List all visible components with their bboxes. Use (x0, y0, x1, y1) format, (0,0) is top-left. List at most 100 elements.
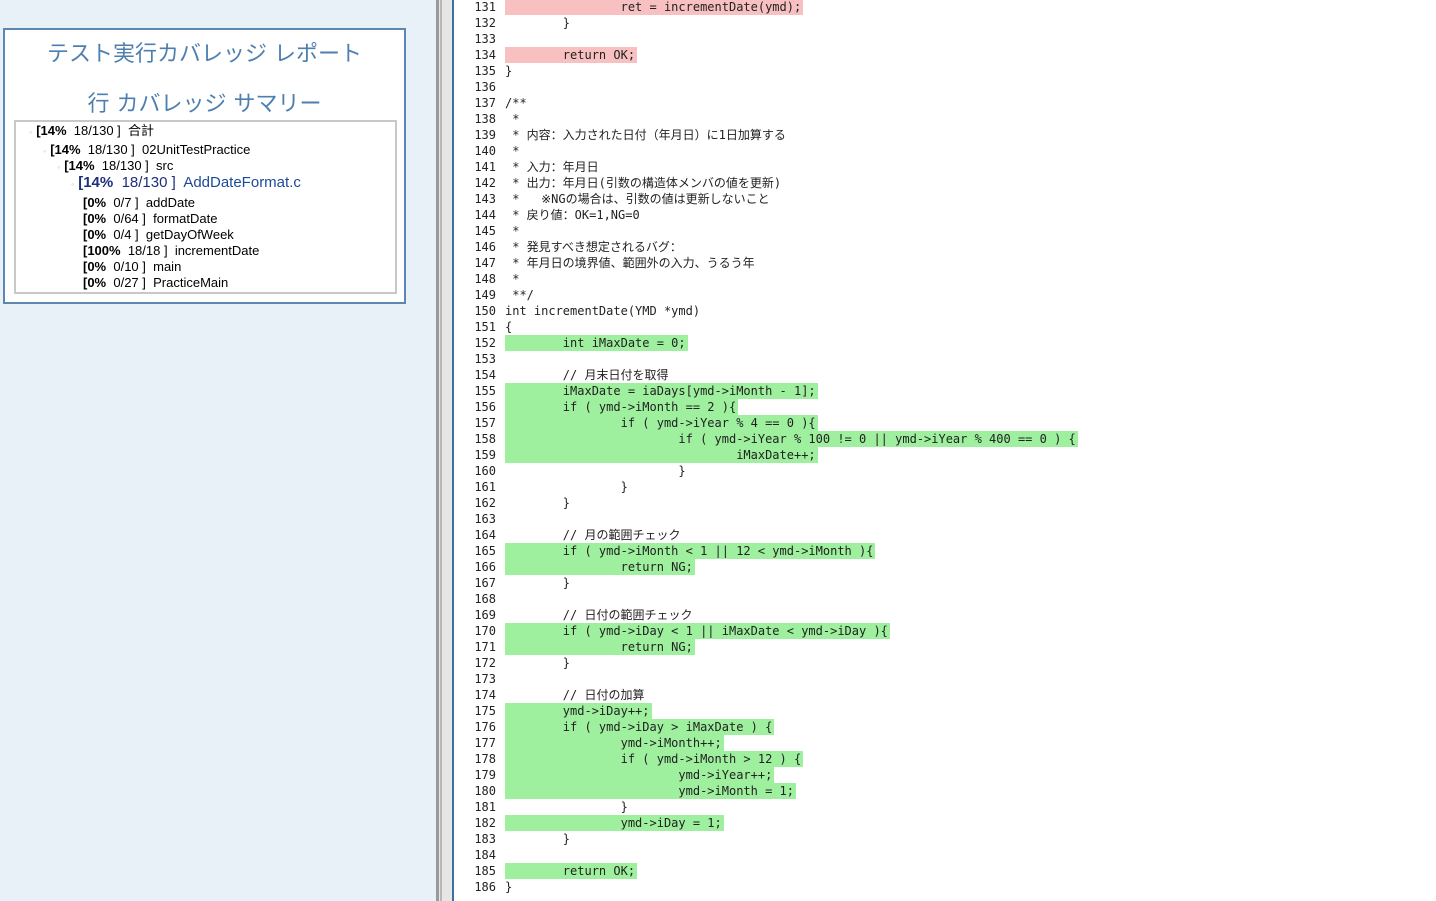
coverage-summary-panel: テスト実行カバレッジ レポート 行 カバレッジ サマリー ◦ [14% 18/13… (3, 28, 406, 304)
line-number: 172 (474, 656, 496, 670)
code-text: } (505, 64, 513, 78)
tree-bullet-icon: ◦ (43, 146, 47, 156)
tree-item[interactable]: [0% 0/27 ] PracticeMain (83, 275, 228, 291)
coverage-ratio: 18/18 ] (127, 243, 168, 258)
code-text: * 戻り値：OK=1,NG=0 (505, 208, 640, 222)
code-text: } (505, 800, 628, 814)
code-text: if ( ymd->iYear % 4 == 0 ){ (505, 415, 818, 431)
tree-item[interactable]: ◦ [14% 18/130 ] 02UnitTestPractice (43, 142, 250, 158)
tree-item[interactable]: ◦ [14% 18/130 ] src (57, 158, 173, 174)
line-number: 156 (474, 400, 496, 414)
code-text: return NG; (505, 559, 695, 575)
line-number: 144 (474, 208, 496, 222)
code-text: if ( ymd->iYear % 100 != 0 || ymd->iYear… (505, 431, 1078, 447)
coverage-percent: [0% (83, 227, 107, 242)
coverage-ratio: 0/4 ] (113, 227, 139, 242)
code-text: * (505, 224, 520, 238)
tree-item-name: formatDate (153, 211, 218, 226)
code-text: if ( ymd->iMonth < 1 || 12 < ymd->iMonth… (505, 543, 876, 559)
coverage-ratio: 18/130 ] (87, 142, 135, 157)
code-text: } (505, 576, 571, 590)
coverage-percent: [0% (83, 275, 107, 290)
coverage-ratio: 0/10 ] (113, 259, 146, 274)
line-number: 133 (474, 32, 496, 46)
tree-item-name: PracticeMain (153, 275, 229, 290)
line-number: 182 (474, 816, 496, 830)
code-text: // 日付の加算 (505, 688, 645, 702)
line-number: 155 (474, 384, 496, 398)
coverage-percent: [14% (50, 142, 81, 157)
code-text: } (505, 880, 513, 894)
line-number: 153 (474, 352, 496, 366)
tree-item[interactable]: [0% 0/7 ] addDate (83, 195, 195, 211)
tree-item[interactable]: [100% 18/18 ] incrementDate (83, 243, 259, 259)
line-number: 149 (474, 288, 496, 302)
code-text: iMaxDate++; (505, 447, 818, 463)
code-text: } (505, 16, 571, 30)
line-number: 151 (474, 320, 496, 334)
coverage-percent: [100% (83, 243, 121, 258)
line-number: 140 (474, 144, 496, 158)
coverage-ratio: 18/130 ] (73, 123, 121, 138)
coverage-percent: [0% (83, 211, 107, 226)
code-text: * 出力：年月日(引数の構造体メンバの値を更新) (505, 176, 782, 190)
line-number: 131 (474, 0, 496, 14)
code-text: int incrementDate(YMD *ymd) (505, 304, 701, 318)
code-text: * 入力：年月日 (505, 160, 599, 174)
tree-item-name: incrementDate (174, 243, 260, 258)
line-number: 143 (474, 192, 496, 206)
line-number: 186 (474, 880, 496, 894)
coverage-percent: [0% (83, 259, 107, 274)
line-number: 134 (474, 48, 496, 62)
code-text: int iMaxDate = 0; (505, 335, 688, 351)
coverage-tree: ◦ [14% 18/130 ] 合計 ◦ [14% 18/130 ] 02UnitTe… (14, 120, 397, 294)
line-number: 160 (474, 464, 496, 478)
line-number: 163 (474, 512, 496, 526)
code-text: * (505, 112, 520, 126)
tree-item[interactable]: [0% 0/4 ] getDayOfWeek (83, 227, 234, 243)
code-text: if ( ymd->iDay > iMaxDate ) { (505, 719, 775, 735)
tree-bullet-icon: ◦ (71, 179, 75, 189)
line-number: 177 (474, 736, 496, 750)
line-number: 178 (474, 752, 496, 766)
code-text: * ※NGの場合は、引数の値は更新しないこと (505, 192, 770, 206)
line-number: 162 (474, 496, 496, 510)
coverage-ratio: 18/130 ] (121, 174, 176, 191)
code-text: * 内容：入力された日付（年月日）に1日加算する (505, 128, 786, 142)
coverage-percent: [14% (36, 123, 67, 138)
line-number: 157 (474, 416, 496, 430)
line-number: 138 (474, 112, 496, 126)
line-number: 175 (474, 704, 496, 718)
line-number: 145 (474, 224, 496, 238)
coverage-percent: [0% (83, 195, 107, 210)
code-text: } (505, 464, 686, 478)
line-number: 132 (474, 16, 496, 30)
coverage-ratio: 0/27 ] (113, 275, 146, 290)
line-number: 137 (474, 96, 496, 110)
line-number: 139 (474, 128, 496, 142)
tree-bullet-icon: ◦ (29, 127, 33, 137)
tree-item[interactable]: [0% 0/64 ] formatDate (83, 211, 217, 227)
code-text: * 年月日の境界値、範囲外の入力、うるう年 (505, 256, 755, 270)
tree-item[interactable]: [0% 0/10 ] main (83, 259, 181, 275)
line-number: 165 (474, 544, 496, 558)
pane-splitter[interactable] (436, 0, 454, 901)
code-text: * 発見すべき想定されるバグ： (505, 240, 682, 254)
splitter-rail (436, 0, 439, 901)
tree-item-selected[interactable]: ◦ [14% 18/130 ] AddDateFormat.c (71, 175, 301, 191)
code-text: ymd->iDay++; (505, 703, 652, 719)
line-number: 184 (474, 848, 496, 862)
tree-item-name: src (156, 158, 174, 173)
line-number: 180 (474, 784, 496, 798)
line-number: 173 (474, 672, 496, 686)
code-text: } (505, 832, 571, 846)
line-number: 142 (474, 176, 496, 190)
report-title: テスト実行カバレッジ レポート (47, 42, 362, 67)
line-number: 135 (474, 64, 496, 78)
code-text: ymd->iMonth = 1; (505, 783, 796, 799)
code-text: } (505, 656, 571, 670)
code-text: if ( ymd->iDay < 1 || iMaxDate < ymd->iD… (505, 623, 890, 639)
code-text: return OK; (505, 47, 638, 63)
tree-item[interactable]: ◦ [14% 18/130 ] 合計 (29, 123, 154, 139)
line-number: 161 (474, 480, 496, 494)
